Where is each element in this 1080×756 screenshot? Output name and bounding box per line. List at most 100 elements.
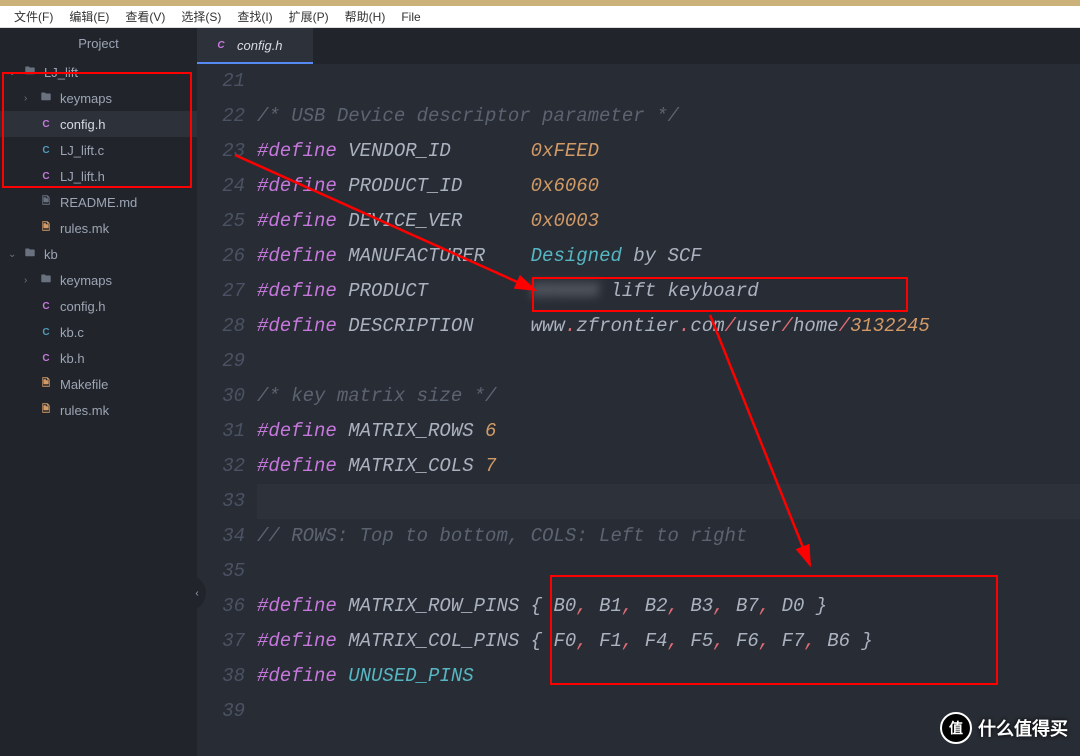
line-number: 29 — [197, 344, 245, 379]
tree-item[interactable]: Cconfig.h — [0, 293, 197, 319]
menu-select[interactable]: 选择(S) — [173, 6, 229, 27]
menu-help[interactable]: 帮助(H) — [337, 6, 394, 27]
token: , — [759, 630, 770, 652]
code-line[interactable]: #define PRODUCT XXXXXX lift keyboard — [257, 274, 1080, 309]
token: F6 — [725, 630, 759, 652]
token: / — [782, 315, 793, 337]
token: com — [690, 315, 724, 337]
tab-label: config.h — [237, 38, 283, 53]
token: MATRIX_COL_PINS — [348, 630, 530, 652]
line-number: 35 — [197, 554, 245, 589]
token: /* USB Device descriptor parameter */ — [257, 105, 679, 127]
tab-config-h[interactable]: C config.h — [197, 28, 313, 64]
token: lift keyboard — [610, 280, 758, 302]
tree-item[interactable]: Ckb.h — [0, 345, 197, 371]
tree-item[interactable]: ›🖿keymaps — [0, 267, 197, 293]
token: 0x6060 — [531, 175, 599, 197]
line-number: 38 — [197, 659, 245, 694]
tree-item[interactable]: 🗎rules.mk — [0, 397, 197, 423]
line-number: 30 — [197, 379, 245, 414]
token: , — [713, 595, 724, 617]
code-line[interactable]: /* USB Device descriptor parameter */ — [257, 99, 1080, 134]
tree-item[interactable]: 🗎README.md — [0, 189, 197, 215]
tree-item-label: kb.h — [60, 351, 85, 366]
token: 3132245 — [850, 315, 930, 337]
chevron-right-icon: › — [24, 275, 36, 286]
code-line[interactable]: #define MATRIX_COLS 7 — [257, 449, 1080, 484]
token: B2 — [633, 595, 667, 617]
token: UNUSED_PINS — [348, 665, 473, 687]
c-file-icon: C — [213, 37, 229, 53]
code-lines[interactable]: /* USB Device descriptor parameter */ #de… — [257, 64, 1080, 756]
tree-item-label: kb.c — [60, 325, 84, 340]
file-icon: 🗎 — [38, 376, 54, 392]
tree-item[interactable]: ⌄🖿 kb — [0, 241, 197, 267]
code-line[interactable] — [257, 344, 1080, 379]
line-number: 37 — [197, 624, 245, 659]
tree-item[interactable]: CLJ_lift.c — [0, 137, 197, 163]
menu-find[interactable]: 查找(I) — [229, 6, 280, 27]
token: #define — [257, 245, 348, 267]
code-line[interactable]: #define MATRIX_ROWS 6 — [257, 414, 1080, 449]
file-icon: C — [38, 142, 54, 158]
token: #define — [257, 280, 348, 302]
line-number: 39 — [197, 694, 245, 729]
code-line[interactable]: // ROWS: Top to bottom, COLS: Left to ri… — [257, 519, 1080, 554]
token: 0xFEED — [531, 140, 599, 162]
tree-item-label: Makefile — [60, 377, 108, 392]
line-number: 31 — [197, 414, 245, 449]
menu-edit[interactable]: 编辑(E) — [61, 6, 117, 27]
code-line[interactable]: #define PRODUCT_ID 0x6060 — [257, 169, 1080, 204]
menu-file[interactable]: 文件(F) — [6, 6, 61, 27]
code-line[interactable]: #define MATRIX_COL_PINS { F0, F1, F4, F5… — [257, 624, 1080, 659]
line-number: 22 — [197, 99, 245, 134]
tree-item-label: kb — [44, 247, 58, 262]
token: , — [713, 630, 724, 652]
line-number: 32 — [197, 449, 245, 484]
file-icon: C — [38, 116, 54, 132]
token: , — [804, 630, 815, 652]
line-number: 25 — [197, 204, 245, 239]
token: , — [668, 630, 679, 652]
watermark-badge-icon: 值 — [940, 712, 972, 744]
token: F1 — [588, 630, 622, 652]
token: F4 — [633, 630, 667, 652]
code-line[interactable]: #define UNUSED_PINS — [257, 659, 1080, 694]
tree-item[interactable]: 🗎 Makefile — [0, 371, 197, 397]
token: { B0 — [531, 595, 577, 617]
tree-item-label: LJ_lift.h — [60, 169, 105, 184]
folder-icon: 🖿 — [38, 272, 54, 288]
code-line[interactable]: #define VENDOR_ID 0xFEED — [257, 134, 1080, 169]
code-line[interactable]: #define DEVICE_VER 0x0003 — [257, 204, 1080, 239]
code-line[interactable]: /* key matrix size */ — [257, 379, 1080, 414]
code-line[interactable]: #define DESCRIPTION www.zfrontier.com/us… — [257, 309, 1080, 344]
token: . — [565, 315, 576, 337]
token: #define — [257, 210, 348, 232]
tree-item[interactable]: ›🖿keymaps — [0, 85, 197, 111]
tree-item[interactable]: Cconfig.h — [0, 111, 197, 137]
token: #define — [257, 140, 348, 162]
token: #define — [257, 315, 348, 337]
tree-item[interactable]: 🗎rules.mk — [0, 215, 197, 241]
menu-packages[interactable]: 扩展(P) — [281, 6, 337, 27]
code-line[interactable] — [257, 554, 1080, 589]
code-area[interactable]: 21222324252627282930313233343536373839 /… — [197, 64, 1080, 756]
token: , — [622, 630, 633, 652]
code-line[interactable]: #define MATRIX_ROW_PINS { B0, B1, B2, B3… — [257, 589, 1080, 624]
token: MATRIX_ROW_PINS — [348, 595, 530, 617]
chevron-down-icon: ⌄ — [8, 249, 20, 260]
tree-item-label: LJ_lift — [44, 65, 78, 80]
menu-view[interactable]: 查看(V) — [117, 6, 173, 27]
tree-item[interactable]: Ckb.c — [0, 319, 197, 345]
menu-file-en[interactable]: File — [393, 8, 428, 26]
line-number: 24 — [197, 169, 245, 204]
tree-item[interactable]: ⌄🖿LJ_lift — [0, 59, 197, 85]
chevron-right-icon: › — [24, 93, 36, 104]
tree-item[interactable]: CLJ_lift.h — [0, 163, 197, 189]
folder-icon: 🖿 — [22, 246, 38, 262]
code-line[interactable] — [257, 64, 1080, 99]
code-line[interactable]: #define MANUFACTURER Designed by SCF — [257, 239, 1080, 274]
token: #define — [257, 630, 348, 652]
token: user — [736, 315, 782, 337]
code-line[interactable] — [257, 484, 1080, 519]
